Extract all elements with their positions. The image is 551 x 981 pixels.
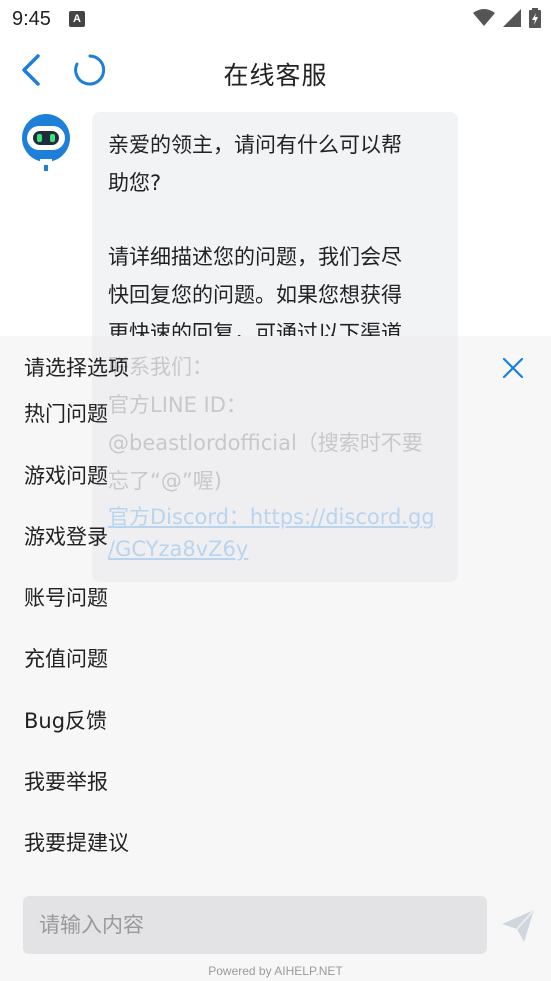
message-line: 快回复您的问题。如果您想获得 — [108, 283, 402, 307]
message-input[interactable] — [23, 896, 487, 954]
powered-by: Powered by AIHELP.NET — [208, 964, 343, 978]
message-bubble-faded: 联系我们： 官方LINE ID： @beastlordofficial（搜索时不… — [92, 336, 458, 582]
option-suggestion[interactable]: 我要提建议 — [24, 827, 129, 857]
message-line: 官方LINE ID： — [108, 393, 247, 417]
message-bubble: 亲爱的领主，请问有什么可以帮 助您? 请详细描述您的问题，我们会尽 快回复您的问… — [92, 112, 458, 336]
option-account[interactable]: 账号问题 — [24, 582, 108, 612]
header: 在线客服 — [0, 38, 551, 104]
status-icons — [473, 8, 541, 28]
options-title: 请选择选项 — [24, 356, 129, 380]
robot-avatar-icon — [22, 114, 70, 171]
status-bar: 9:45 A — [0, 0, 551, 38]
battery-icon — [529, 8, 541, 28]
close-button[interactable] — [501, 356, 525, 380]
wifi-icon — [473, 9, 495, 26]
message-line: 联系我们： — [108, 355, 213, 379]
message-line: 忘了“@”喔) — [108, 469, 222, 493]
message-line: 请详细描述您的问题，我们会尽 — [108, 245, 402, 269]
send-icon — [502, 909, 535, 942]
message-line: 更快速的回复，可通过以下渠道 — [108, 321, 402, 336]
options-panel: 联系我们： 官方LINE ID： @beastlordofficial（搜索时不… — [0, 336, 551, 890]
option-game-questions[interactable]: 游戏问题 — [24, 460, 108, 490]
notification-icon: A — [68, 11, 85, 27]
option-hot-questions[interactable]: 热门问题 — [24, 398, 108, 428]
input-bar: Powered by AIHELP.NET — [0, 890, 551, 981]
option-report[interactable]: 我要举报 — [24, 766, 108, 796]
option-bug-feedback[interactable]: Bug反馈 — [24, 705, 107, 735]
option-recharge[interactable]: 充值问题 — [24, 643, 108, 673]
close-icon — [502, 357, 524, 379]
signal-icon — [503, 9, 521, 27]
option-game-login[interactable]: 游戏登录 — [24, 521, 108, 551]
message-line: 亲爱的领主，请问有什么可以帮 — [108, 133, 402, 157]
message-line: @beastlordofficial（搜索时不要 — [108, 431, 423, 455]
bot-avatar — [14, 112, 78, 176]
discord-link[interactable]: 官方Discord：https://discord.gg — [108, 500, 442, 534]
chat-area: 亲爱的领主，请问有什么可以帮 助您? 请详细描述您的问题，我们会尽 快回复您的问… — [0, 104, 551, 336]
send-button[interactable] — [500, 908, 536, 944]
message-line: 助您? — [108, 171, 162, 195]
page-title: 在线客服 — [223, 61, 328, 90]
discord-link-continued[interactable]: /GCYza8vZ6y — [108, 534, 442, 564]
status-time: 9:45 — [12, 7, 51, 30]
